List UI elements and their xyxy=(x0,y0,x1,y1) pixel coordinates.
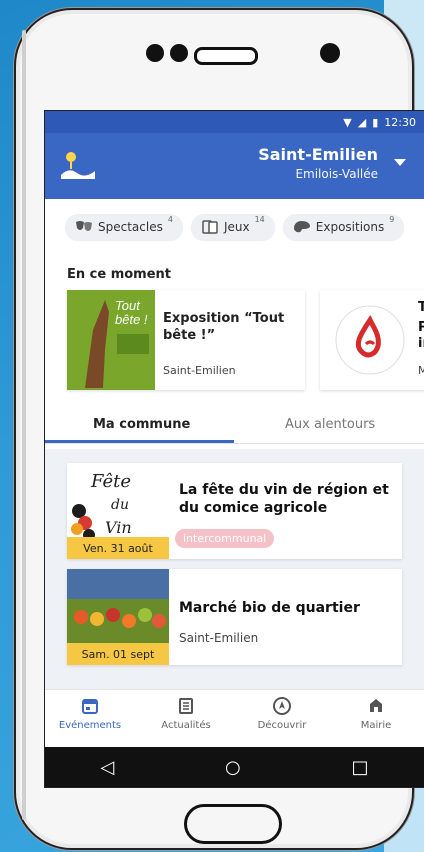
chip-count: 4 xyxy=(167,214,173,224)
signal-icon: ◢ xyxy=(357,115,367,129)
tab-aux-alentours[interactable]: Aux alentours xyxy=(285,417,375,432)
tag-badge: intercommunal xyxy=(175,529,275,548)
sensor-dots xyxy=(146,44,188,62)
phone-side-edge xyxy=(22,30,26,820)
list-item[interactable]: Fête du Vin Ven. 31 août La fête du vin … xyxy=(67,463,402,559)
commune-tabs: Ma commune Aux alentours xyxy=(45,407,424,444)
date-badge: Ven. 31 août xyxy=(67,537,169,559)
moment2-title: T xyxy=(418,300,424,315)
palette-icon xyxy=(293,221,310,233)
chip-spectacles[interactable]: Spectacles 4 xyxy=(65,214,183,240)
phone-frame: ▼ ◢ ▮ 12:30 Saint-Emilien Emilois-Vallée… xyxy=(14,8,424,850)
moment-title: Exposition “Tout bête !” xyxy=(163,311,285,343)
nav-decouvrir[interactable]: Découvrir xyxy=(237,696,327,731)
date-badge: Sam. 01 sept xyxy=(67,643,169,665)
back-icon[interactable]: ◁ xyxy=(100,757,114,778)
chip-label: Spectacles xyxy=(98,220,163,234)
event-location: Saint-Emilien xyxy=(179,631,259,645)
moment-card[interactable]: T P in M xyxy=(320,290,424,390)
front-camera xyxy=(320,43,340,63)
svg-text:Vin: Vin xyxy=(105,518,132,537)
sensor-dot xyxy=(170,44,188,62)
nav-evenements[interactable]: Evénements xyxy=(45,696,135,731)
calendar-icon xyxy=(82,699,98,714)
city-name[interactable]: Saint-Emilien xyxy=(258,145,378,164)
chip-label: Jeux xyxy=(223,220,250,234)
active-tab-indicator xyxy=(45,440,234,443)
status-bar: ▼ ◢ ▮ 12:30 xyxy=(45,111,424,133)
chip-expositions[interactable]: Expositions 9 xyxy=(282,214,405,240)
event-list: Fête du Vin Ven. 31 août La fête du vin … xyxy=(45,449,424,689)
svg-text:Fête: Fête xyxy=(90,471,131,492)
don-du-sang-logo xyxy=(335,305,405,375)
chip-label: Expositions xyxy=(315,220,385,234)
home-icon[interactable]: ○ xyxy=(225,757,241,778)
status-time: 12:30 xyxy=(384,115,416,129)
moment2-extra: in xyxy=(418,336,424,351)
compass-icon xyxy=(273,697,291,715)
cards-icon xyxy=(202,220,218,234)
svg-text:du: du xyxy=(111,497,129,513)
nav-label: Evénements xyxy=(58,720,122,731)
chip-jeux[interactable]: Jeux 14 xyxy=(190,214,275,240)
poster-text-1: Tout xyxy=(115,298,141,313)
list-item[interactable]: Sam. 01 sept Marché bio de quartier Sain… xyxy=(67,569,402,665)
moment-card[interactable]: Tout bête ! Exposition “Tout bête !” Sai… xyxy=(67,290,305,390)
moment2-location: M xyxy=(418,364,424,377)
section-title: En ce moment xyxy=(67,267,172,282)
event-image: Fête du Vin Ven. 31 août xyxy=(67,463,169,559)
home-button[interactable] xyxy=(184,804,282,844)
chevron-down-icon[interactable] xyxy=(394,159,406,166)
chip-count: 14 xyxy=(254,214,265,224)
city-subtitle[interactable]: Emilois-Vallée xyxy=(295,167,378,181)
event-image: Sam. 01 sept xyxy=(67,569,169,665)
android-nav-bar: ◁ ○ □ xyxy=(45,747,424,787)
event-title: Marché bio de quartier xyxy=(179,600,360,616)
nav-label: Actualités xyxy=(161,720,211,731)
poster-text-2: bête ! xyxy=(115,312,148,327)
tab-ma-commune[interactable]: Ma commune xyxy=(93,417,190,432)
bottom-nav: Evénements Actualités Découvrir Mairie xyxy=(45,689,424,746)
app-logo-icon xyxy=(61,152,95,179)
recents-icon[interactable]: □ xyxy=(352,757,369,778)
sensor-dot xyxy=(146,44,164,62)
moment2-subtitle: P xyxy=(418,320,424,335)
nav-label: Découvrir xyxy=(257,720,307,731)
app-header: Saint-Emilien Emilois-Vallée xyxy=(45,133,424,199)
townhall-icon xyxy=(370,699,382,712)
news-icon xyxy=(179,698,193,714)
poster-graphic: Tout bête ! xyxy=(67,290,155,390)
event-title: La fête du vin de région et du comice ag… xyxy=(179,482,389,516)
category-chips: Spectacles 4 Jeux 14 Expositions 9 xyxy=(65,214,405,240)
event-poster-image: Tout bête ! xyxy=(67,290,155,390)
nav-label: Mairie xyxy=(360,720,392,731)
wifi-icon: ▼ xyxy=(343,115,352,129)
nav-actualites[interactable]: Actualités xyxy=(141,696,231,731)
nav-mairie[interactable]: Mairie xyxy=(331,696,421,731)
masks-icon xyxy=(76,221,92,231)
moment-location: Saint-Emilien xyxy=(163,364,236,377)
earpiece-speaker xyxy=(194,47,258,65)
app-screen: ▼ ◢ ▮ 12:30 Saint-Emilien Emilois-Vallée… xyxy=(44,110,424,788)
battery-icon: ▮ xyxy=(372,115,379,129)
chip-count: 9 xyxy=(389,214,395,224)
